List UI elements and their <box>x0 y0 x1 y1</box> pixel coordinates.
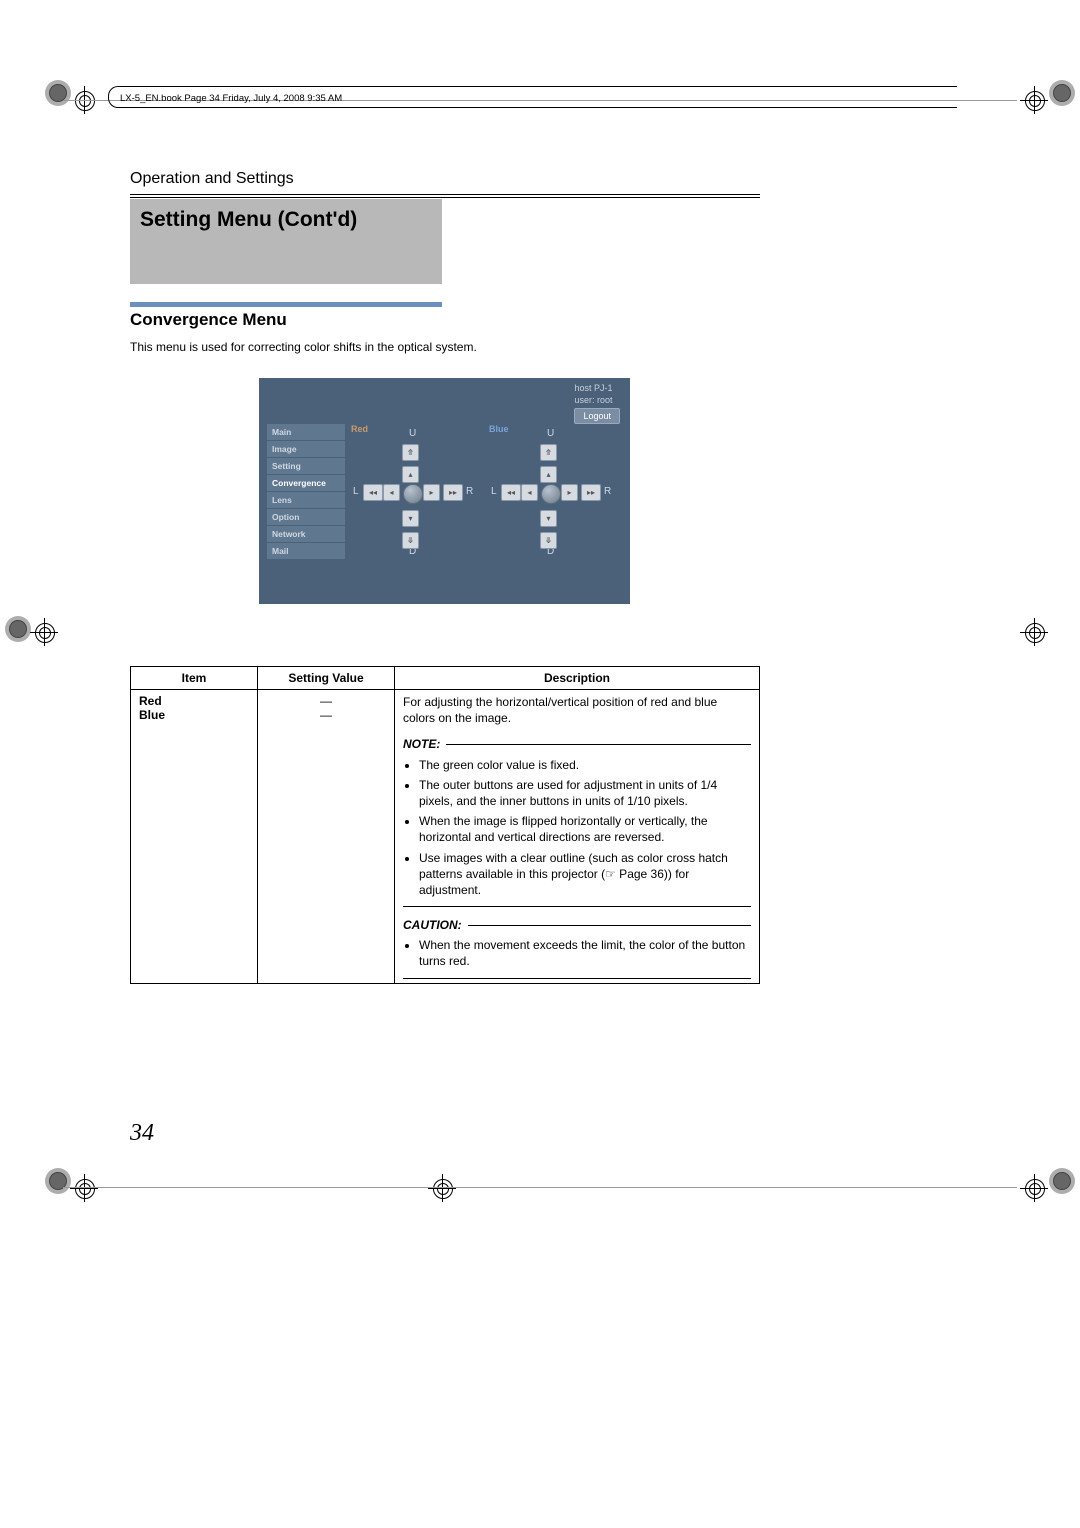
red-down-coarse-button[interactable]: ⤋ <box>402 532 419 549</box>
user-label: user: root <box>574 394 620 406</box>
crop-mark-top-right <box>1049 80 1075 106</box>
note-item: When the image is flipped horizontally o… <box>419 813 751 845</box>
blue-adjust-group: Blue U D L R ⤊ ▴ ▾ ⤋ ◂◂ ◂ ▸ ▸▸ <box>485 424 621 569</box>
red-adjust-group: Red U D L R ⤊ ▴ ▾ ⤋ ◂◂ ◂ ▸ ▸▸ <box>347 424 483 569</box>
registration-target <box>70 1174 98 1202</box>
caution-label: CAUTION: <box>403 917 462 933</box>
red-up-fine-button[interactable]: ▴ <box>402 466 419 483</box>
side-menu: Main Image Setting Convergence Lens Opti… <box>267 424 345 574</box>
label-left: L <box>353 486 359 497</box>
blue-down-coarse-button[interactable]: ⤋ <box>540 532 557 549</box>
red-left-coarse-button[interactable]: ◂◂ <box>363 484 383 501</box>
blue-up-fine-button[interactable]: ▴ <box>540 466 557 483</box>
description-block: For adjusting the horizontal/vertical po… <box>403 694 751 979</box>
registration-target <box>1020 86 1048 114</box>
note-label: NOTE: <box>403 736 440 752</box>
registration-target <box>30 618 58 646</box>
crop-mark-bot-left <box>45 1168 71 1194</box>
note-list: The green color value is fixed. The oute… <box>403 757 751 899</box>
caution-item: When the movement exceeds the limit, the… <box>419 937 751 969</box>
convergence-ui-screenshot: host PJ-1 user: root Logout Main Image S… <box>259 378 630 604</box>
blue-panel-title: Blue <box>489 424 509 434</box>
value-red: — <box>320 694 332 708</box>
logout-button[interactable]: Logout <box>574 408 620 424</box>
blue-right-fine-button[interactable]: ▸ <box>561 484 578 501</box>
sidebar-item-image[interactable]: Image <box>267 441 345 457</box>
table-header-value: Setting Value <box>258 667 395 690</box>
red-left-fine-button[interactable]: ◂ <box>383 484 400 501</box>
value-blue: — <box>320 708 332 722</box>
blue-left-fine-button[interactable]: ◂ <box>521 484 538 501</box>
blue-down-fine-button[interactable]: ▾ <box>540 510 557 527</box>
red-right-fine-button[interactable]: ▸ <box>423 484 440 501</box>
note-end-rule <box>403 906 751 907</box>
registration-target <box>1020 1174 1048 1202</box>
note-heading: NOTE: <box>403 736 751 752</box>
desc-main: For adjusting the horizontal/vertical po… <box>403 694 751 726</box>
blue-up-coarse-button[interactable]: ⤊ <box>540 444 557 461</box>
item-red: Red <box>139 694 162 708</box>
page-number: 34 <box>130 1120 154 1147</box>
blue-left-coarse-button[interactable]: ◂◂ <box>501 484 521 501</box>
red-right-coarse-button[interactable]: ▸▸ <box>443 484 463 501</box>
ui-header: host PJ-1 user: root Logout <box>574 382 620 424</box>
table-header-item: Item <box>131 667 258 690</box>
host-label: host PJ-1 <box>574 382 620 394</box>
crop-mark-top-left <box>45 80 71 106</box>
section-title: Convergence Menu <box>130 310 287 330</box>
caution-heading: CAUTION: <box>403 917 751 933</box>
crop-mark-bot-right <box>1049 1168 1075 1194</box>
sidebar-item-main[interactable]: Main <box>267 424 345 440</box>
table-header-desc: Description <box>395 667 760 690</box>
crop-mark-mid-left <box>5 616 31 642</box>
label-right: R <box>466 486 473 497</box>
chapter-heading: Operation and Settings <box>130 170 294 188</box>
red-down-fine-button[interactable]: ▾ <box>402 510 419 527</box>
label-up: U <box>547 428 554 439</box>
sidebar-item-network[interactable]: Network <box>267 526 345 542</box>
registration-target <box>1020 618 1048 646</box>
note-item: The outer buttons are used for adjustmen… <box>419 777 751 809</box>
sidebar-item-setting[interactable]: Setting <box>267 458 345 474</box>
settings-table: Item Setting Value Description Red Blue … <box>130 666 760 984</box>
sidebar-item-convergence[interactable]: Convergence <box>267 475 345 491</box>
page-title: Setting Menu (Cont'd) <box>140 208 357 232</box>
note-item: Use images with a clear outline (such as… <box>419 850 751 899</box>
item-blue: Blue <box>139 708 165 722</box>
note-item: The green color value is fixed. <box>419 757 751 773</box>
red-center-indicator <box>403 484 423 504</box>
crop-line <box>63 1187 1017 1188</box>
sidebar-item-lens[interactable]: Lens <box>267 492 345 508</box>
page-title-box: Setting Menu (Cont'd) <box>130 199 442 284</box>
book-header-text: LX-5_EN.book Page 34 Friday, July 4, 200… <box>120 93 342 104</box>
caution-list: When the movement exceeds the limit, the… <box>403 937 751 969</box>
table-row: Red Blue — — For adjusting the horizonta… <box>131 690 760 984</box>
convergence-panels: Red U D L R ⤊ ▴ ▾ ⤋ ◂◂ ◂ ▸ ▸▸ Blue U D L <box>347 424 622 574</box>
blue-center-indicator <box>541 484 561 504</box>
sidebar-item-option[interactable]: Option <box>267 509 345 525</box>
label-left: L <box>491 486 497 497</box>
blue-right-coarse-button[interactable]: ▸▸ <box>581 484 601 501</box>
red-panel-title: Red <box>351 424 368 434</box>
section-description: This menu is used for correcting color s… <box>130 340 477 354</box>
red-up-coarse-button[interactable]: ⤊ <box>402 444 419 461</box>
label-up: U <box>409 428 416 439</box>
chapter-rule <box>130 194 760 198</box>
caution-end-rule <box>403 978 751 979</box>
section-accent-bar <box>130 302 442 307</box>
label-right: R <box>604 486 611 497</box>
sidebar-item-mail[interactable]: Mail <box>267 543 345 559</box>
registration-target <box>428 1174 456 1202</box>
